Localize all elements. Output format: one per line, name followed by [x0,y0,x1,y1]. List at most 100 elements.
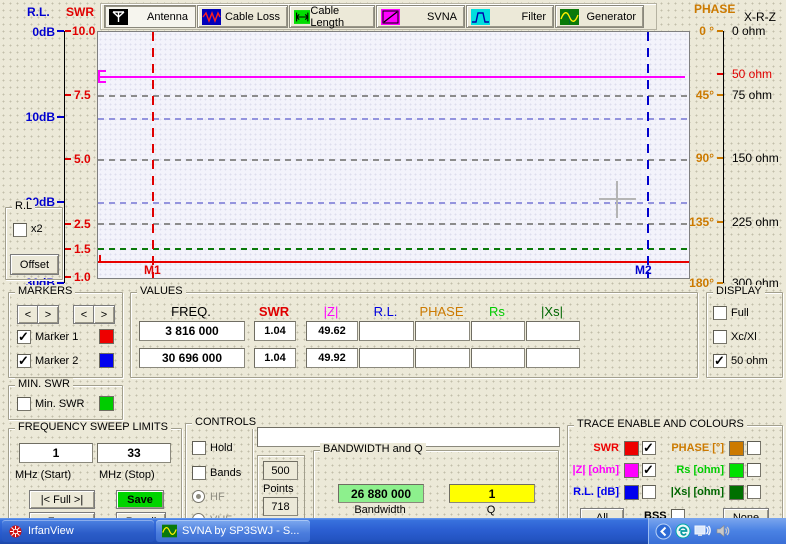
values-cell-xs-m1[interactable] [526,321,580,341]
values-cell-freq-m2[interactable]: 30 696 000 [139,348,245,368]
trace-z-checkbox[interactable] [642,463,656,477]
cable-length-button-label: Cable Length [310,5,367,29]
taskbar-button-irfanview[interactable]: IrfanView [2,520,154,542]
trace-xs-checkbox[interactable] [747,485,761,499]
chart-plot-area[interactable]: M1 M2 [97,31,690,279]
stop-freq-label: MHz (Stop) [99,469,155,481]
app-window: R.L. SWR PHASE X-R-Z Antenna Cable Loss … [0,0,786,544]
phase-tick [717,30,723,32]
taskbar-button-label: SVNA by SP3SWJ - S... [182,525,299,537]
values-cell-rs-m1[interactable] [471,321,525,341]
trace-swr-color-swatch[interactable] [624,441,639,456]
values-cell-swr-m2[interactable]: 1.04 [254,348,296,368]
display-full-checkbox[interactable] [713,306,727,320]
min-swr-checkbox[interactable] [17,397,31,411]
network-monitor-tray-icon[interactable] [694,523,712,539]
rl-tick [57,201,64,203]
tray-collapse-chevron-icon[interactable] [655,523,672,540]
volume-tray-icon[interactable] [715,523,731,539]
rl-tick [57,30,64,32]
points-label: Points [263,483,294,495]
irfanview-icon [8,524,23,539]
cable-length-button[interactable]: Cable Length [289,5,375,28]
values-cell-phase-m1[interactable] [415,321,470,341]
trace-rl-checkbox[interactable] [642,485,656,499]
values-cell-rl-m2[interactable] [359,348,414,368]
antenna-button[interactable]: Antenna [104,5,196,28]
full-span-button[interactable]: |< Full >| [29,490,95,509]
values-cell-z-m1[interactable]: 49.62 [306,321,358,341]
trace-phase-checkbox[interactable] [747,441,761,455]
bandwidth-value: 26 880 000 [338,484,424,503]
sweep-title: FREQUENCY SWEEP LIMITS [15,421,171,434]
marker1-checkbox[interactable] [17,330,31,344]
marker2-next-button[interactable]: > [93,305,115,324]
trace-swr-checkbox[interactable] [642,441,656,455]
swr-tick-label: 5.0 [74,152,91,166]
marker1-color-swatch[interactable] [99,329,114,344]
right-axis-line [723,31,724,283]
trace-rs-checkbox[interactable] [747,463,761,477]
marker2-color-swatch[interactable] [99,353,114,368]
save-button[interactable]: Save [116,490,164,509]
swr-axis-title: SWR [66,5,94,19]
display-title: DISPLAY [713,285,765,298]
values-cell-swr-m1[interactable]: 1.04 [254,321,296,341]
trace-xs-color-swatch[interactable] [729,485,744,500]
phase-tick [717,94,723,96]
values-header-freq: FREQ. [141,304,241,319]
generator-button[interactable]: Generator [555,5,644,28]
generator-icon [560,9,579,25]
gridline-swr-1-5-reference [98,248,689,250]
marker1-line[interactable] [152,32,154,278]
gridline-swr-2-5 [98,223,689,225]
marker2-label: M2 [635,263,652,277]
rl-offset-title: R.L [12,200,35,213]
eset-tray-icon[interactable] [675,523,691,539]
marker2-checkbox[interactable] [17,354,31,368]
marker2-prev-button[interactable]: < [73,305,95,324]
display-50ohm-checkbox[interactable] [713,354,727,368]
values-cell-phase-m2[interactable] [415,348,470,368]
values-header-xs: |Xs| [526,304,578,319]
hf-radio[interactable] [192,490,205,503]
values-cell-freq-m1[interactable]: 3 816 000 [139,321,245,341]
values-cell-rl-m1[interactable] [359,321,414,341]
filter-icon [471,9,490,25]
trace-rs-color-swatch[interactable] [729,463,744,478]
rl-tick [57,116,64,118]
filter-button-label: Filter [522,11,546,23]
marker1-next-button[interactable]: > [37,305,59,324]
points-setting-display: 500 [263,461,298,480]
hold-checkbox[interactable] [192,441,206,455]
start-freq-input[interactable]: 1 [19,443,93,463]
trace-z-start-blip [98,70,106,83]
toolbar: Antenna Cable Loss Cable Length SVNA Fil… [100,3,657,30]
gridline-swr-7-5 [98,95,689,97]
stop-freq-input[interactable]: 33 [97,443,171,463]
gridline-rl-20db [98,202,689,204]
values-cell-xs-m2[interactable] [526,348,580,368]
cable-loss-icon [202,9,221,25]
min-swr-color-swatch[interactable] [99,396,114,411]
trace-phase-color-swatch[interactable] [729,441,744,456]
marker1-checkbox-label: Marker 1 [35,331,78,343]
filter-button[interactable]: Filter [466,5,554,28]
taskbar-button-svna[interactable]: SVNA by SP3SWJ - S... [156,520,310,542]
svna-button[interactable]: SVNA [376,5,465,28]
rl-x2-checkbox[interactable] [13,223,27,237]
svna-button-label: SVNA [427,11,457,23]
cable-loss-button[interactable]: Cable Loss [197,5,288,28]
offset-button[interactable]: Offset [10,254,59,275]
ohm-tick-label: 75 ohm [732,88,772,102]
marker1-prev-button[interactable]: < [17,305,39,324]
bands-checkbox[interactable] [192,466,206,480]
trace-swr [98,261,689,263]
values-cell-z-m2[interactable]: 49.92 [306,348,358,368]
marker2-line[interactable] [647,32,649,278]
values-header-phase: PHASE [415,304,468,319]
display-xcxl-checkbox[interactable] [713,330,727,344]
trace-rl-color-swatch[interactable] [624,485,639,500]
trace-z-color-swatch[interactable] [624,463,639,478]
values-cell-rs-m2[interactable] [471,348,525,368]
